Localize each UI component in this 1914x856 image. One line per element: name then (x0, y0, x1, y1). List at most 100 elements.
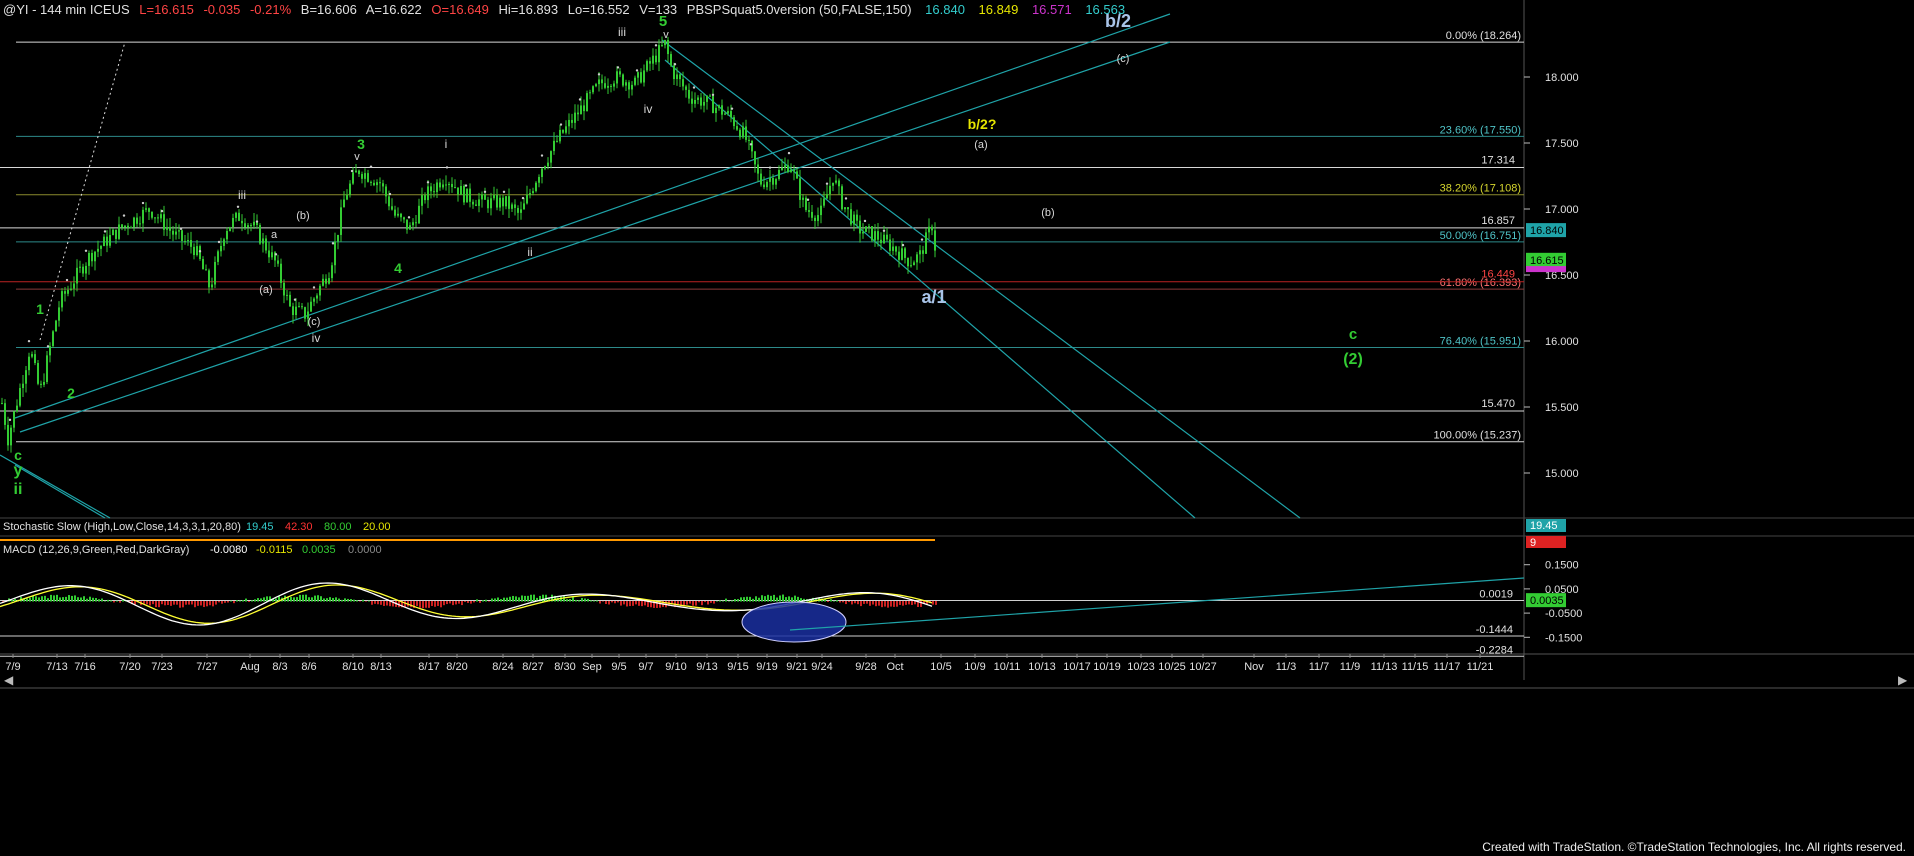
candle-body (457, 187, 459, 195)
macd-histogram-bar (305, 594, 307, 602)
marker-dot (806, 198, 810, 201)
macd-histogram-bar (170, 601, 172, 606)
candle-body (511, 204, 513, 209)
candle-body (907, 257, 909, 267)
candle-body (892, 246, 894, 251)
candle-body (175, 231, 177, 235)
candle-body (454, 187, 456, 189)
marker-dot (122, 214, 126, 217)
macd-histogram-bar (734, 599, 736, 602)
macd-histogram-bar (155, 601, 157, 608)
macd-histogram-bar (164, 601, 166, 606)
candle-body (478, 199, 480, 206)
candle-body (166, 226, 168, 230)
date-label: 10/19 (1093, 661, 1121, 673)
macd-histogram-bar (335, 597, 337, 602)
macd-histogram-bar (470, 601, 472, 604)
candle-body (823, 198, 825, 206)
candle-body (598, 79, 600, 85)
macd-histogram-bar (794, 595, 796, 602)
wave-label-13: v (354, 151, 360, 163)
candle-body (220, 245, 222, 252)
candle-body (151, 211, 153, 218)
ask-value: A=16.622 (366, 2, 422, 17)
macd-histogram-bar (458, 601, 460, 604)
candle-body (514, 204, 516, 208)
candle-body (343, 199, 345, 208)
candle-body (13, 411, 15, 428)
candle-body (337, 234, 339, 242)
candle-body (667, 39, 669, 55)
candle-body (700, 97, 702, 106)
candle-body (529, 192, 531, 195)
stoch-tag-red-label: 9 (1530, 537, 1536, 549)
candle-body (484, 194, 486, 200)
candle-body (916, 254, 918, 263)
macd-histogram-bar (611, 601, 613, 603)
macd-tag-label: 0.0035 (1530, 595, 1564, 607)
macd-histogram-bar (191, 601, 193, 605)
candle-body (625, 82, 627, 86)
wave-label-27: ii (14, 481, 23, 498)
candle-body (610, 85, 612, 87)
marker-dot (559, 123, 563, 126)
macd-histogram-bar (701, 601, 703, 606)
marker-dot (407, 216, 411, 219)
macd-histogram-bar (473, 601, 475, 603)
candle-body (184, 240, 186, 242)
candle-body (526, 194, 528, 204)
scroll-right-icon[interactable]: ▶ (1898, 673, 1908, 687)
scroll-left-icon[interactable]: ◀ (4, 673, 14, 687)
date-label: 8/17 (418, 661, 439, 673)
macd-histogram-bar (716, 600, 718, 602)
macd-histogram-bar (452, 601, 454, 606)
date-label: 9/7 (638, 661, 653, 673)
macd-histogram-bar (443, 601, 445, 606)
candle-body (517, 207, 519, 213)
fib-label-6: 100.00% (15.237) (1434, 430, 1521, 442)
marker-dot (483, 190, 487, 194)
candle-body (127, 225, 129, 228)
candle-body (805, 197, 807, 211)
date-label: 7/23 (151, 661, 172, 673)
macd-histogram-bar (872, 601, 874, 605)
wave-label-16: 4 (394, 260, 402, 276)
macd-histogram-bar (461, 601, 463, 606)
candle-body (760, 173, 762, 185)
candle-body (415, 222, 417, 224)
macd-histogram-bar (584, 598, 586, 602)
macd-histogram-bar (791, 597, 793, 602)
candle-body (295, 306, 297, 315)
macd-histogram-bar (86, 598, 88, 602)
macd-histogram-bar (179, 601, 181, 608)
macd-histogram-bar (260, 598, 262, 602)
macd-histogram-bar (218, 601, 220, 603)
macd-histogram-bar (317, 595, 319, 602)
macd-histogram-bar (110, 600, 112, 602)
candle-body (751, 140, 753, 152)
macd-histogram-bar (836, 600, 838, 602)
candle-body (445, 184, 447, 186)
macd-histogram-bar (464, 601, 466, 602)
macd-histogram-bar (329, 597, 331, 602)
marker-dot (179, 227, 183, 230)
candle-body (31, 354, 33, 357)
candle-body (556, 140, 558, 142)
macd-histogram-bar (419, 601, 421, 608)
price-tick-label: 15.500 (1545, 402, 1579, 414)
candle-body (799, 178, 801, 200)
date-label: 8/27 (522, 661, 543, 673)
candle-body (895, 246, 897, 252)
candle-body (280, 263, 282, 283)
macd-histogram-bar (341, 599, 343, 602)
macd-histogram-bar (500, 599, 502, 602)
candle-body (772, 177, 774, 185)
candle-body (136, 217, 138, 224)
macd-histogram-bar (770, 595, 772, 602)
macd-histogram-bar (74, 595, 76, 602)
candle-body (109, 235, 111, 246)
wave-label-15: ii (527, 245, 532, 259)
candle-body (421, 195, 423, 206)
date-label: 10/5 (930, 661, 951, 673)
candle-body (61, 291, 63, 308)
